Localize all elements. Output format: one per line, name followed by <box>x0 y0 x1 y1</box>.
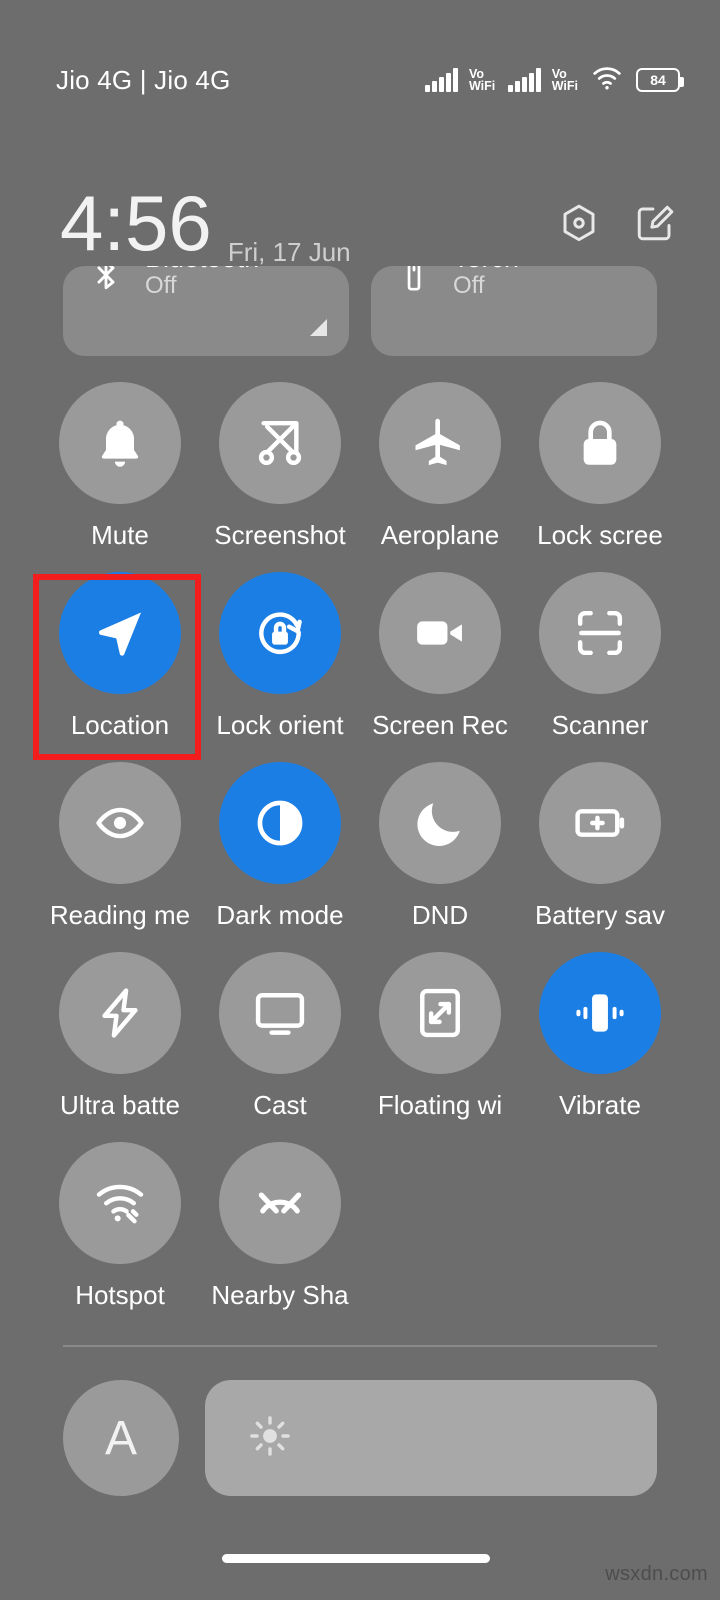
auto-brightness-button[interactable]: A <box>63 1380 179 1496</box>
expand-corner-icon[interactable] <box>310 319 327 336</box>
tile-mute-label: Mute <box>91 520 149 550</box>
tile-vibrate[interactable]: Vibrate <box>520 952 680 1142</box>
status-bar: Jio 4G | Jio 4G Vo WiFi Vo WiFi 84 <box>0 0 720 160</box>
bell-icon <box>101 420 139 467</box>
signal-bars-icon <box>425 68 458 92</box>
hotspot-icon <box>96 1184 144 1224</box>
tile-screenshot-label: Screenshot <box>214 520 346 550</box>
battery-percent-label: 84 <box>650 72 666 88</box>
tile-screen-recorder-label: Screen Rec <box>372 710 508 740</box>
eye-icon <box>96 807 144 839</box>
tile-nearby-share[interactable]: Nearby Sha <box>200 1142 360 1332</box>
volte-wifi-icon-2: Vo WiFi <box>551 67 578 93</box>
tile-ultra-battery-label: Ultra batte <box>60 1090 180 1120</box>
volte-bottom-label: WiFi <box>468 79 496 93</box>
header-actions <box>558 202 676 244</box>
tile-dark-mode[interactable]: Dark mode <box>200 762 360 952</box>
tile-aeroplane-label: Aeroplane <box>380 520 500 550</box>
edit-pencil-icon[interactable] <box>634 202 676 244</box>
tile-nearby-share-label: Nearby Sha <box>211 1280 349 1310</box>
tile-reading-mode[interactable]: Reading mе <box>40 762 200 952</box>
auto-brightness-label: A <box>104 1411 137 1465</box>
tile-vibrate-label: Vibrate <box>559 1090 641 1120</box>
tile-lock-orientation-label: Lock orient <box>216 710 344 740</box>
scissors-icon <box>258 420 302 466</box>
tile-lock-screen-label: Lock scree <box>537 520 663 550</box>
nearby-share-icon <box>258 1192 302 1214</box>
tile-mute[interactable]: Mute <box>40 382 200 572</box>
settings-hexagon-icon[interactable] <box>558 202 600 244</box>
volte-bottom-label-2: WiFi <box>551 79 578 93</box>
lightning-bolt-icon <box>102 988 138 1038</box>
tile-battery-saver-label: Battery sav <box>534 900 666 930</box>
floating-window-icon <box>420 988 460 1038</box>
video-camera-icon <box>417 621 462 645</box>
card-torch-status: Off <box>453 272 485 300</box>
vibrate-icon <box>576 994 624 1032</box>
tile-reading-mode-label: Reading mе <box>49 900 191 930</box>
location-arrow-icon <box>98 612 141 656</box>
brightness-row: A <box>0 1378 720 1498</box>
tile-battery-saver[interactable]: Battery sav <box>520 762 680 952</box>
tile-floating-window-label: Floating wi <box>377 1090 503 1120</box>
clock-time: 4:56 <box>60 179 212 267</box>
carrier-label: Jio 4G | Jio 4G <box>56 64 231 95</box>
tile-dnd[interactable]: DND <box>360 762 520 952</box>
brightness-sun-icon <box>247 1413 293 1464</box>
signal-bars-icon-2 <box>508 68 541 92</box>
tile-lock-screen[interactable]: Lock scree <box>520 382 680 572</box>
tile-screenshot[interactable]: Screenshot <box>200 382 360 572</box>
moon-icon <box>417 803 460 846</box>
card-bluetooth[interactable]: Bluetooth Off <box>63 266 349 356</box>
card-bluetooth-status: Off <box>145 272 177 300</box>
tile-hotspot[interactable]: Hotspot <box>40 1142 200 1332</box>
status-icons: Vo WiFi Vo WiFi 84 <box>425 65 684 96</box>
tile-dark-mode-label: Dark mode <box>216 900 344 930</box>
tile-location[interactable]: Location <box>40 572 200 762</box>
contrast-circle-icon <box>257 800 303 846</box>
lock-rotation-icon <box>259 612 302 655</box>
tile-floating-window[interactable]: Floating wi <box>360 952 520 1142</box>
watermark: wsxdn.com <box>605 1563 708 1585</box>
tile-dnd-label: DND <box>411 900 469 930</box>
tile-aeroplane[interactable]: Aeroplane <box>360 382 520 572</box>
header: 4:56 Fri, 17 Jun <box>0 168 720 278</box>
tile-cast-label: Cast <box>253 1090 307 1120</box>
wifi-icon <box>591 65 623 96</box>
lock-icon <box>583 420 617 465</box>
tile-scanner[interactable]: Scanner <box>520 572 680 762</box>
tile-lock-orientation[interactable]: Lock orient <box>200 572 360 762</box>
card-torch[interactable]: Torch Off <box>371 266 657 356</box>
quick-settings-grid: Mute Screenshot Aeroplane Lock scree Loc… <box>0 382 720 1332</box>
bluetooth-icon <box>89 266 123 304</box>
tile-hotspot-label: Hotspot <box>75 1280 165 1310</box>
scan-frame-icon <box>577 610 623 656</box>
tile-empty-slot-1: - <box>360 1142 520 1332</box>
tile-scanner-label: Scanner <box>551 710 649 740</box>
torch-icon <box>397 266 431 304</box>
battery-icon: 84 <box>636 68 684 92</box>
tile-cast[interactable]: Cast <box>200 952 360 1142</box>
tile-screen-recorder[interactable]: Screen Rec <box>360 572 520 762</box>
divider <box>63 1345 657 1347</box>
brightness-slider[interactable] <box>205 1380 657 1496</box>
gesture-nav-bar[interactable] <box>222 1554 490 1563</box>
battery-plus-icon <box>575 809 625 837</box>
volte-wifi-icon: Vo WiFi <box>468 67 496 93</box>
tile-location-label: Location <box>70 710 170 740</box>
tile-ultra-battery[interactable]: Ultra batte <box>40 952 200 1142</box>
connectivity-cards: Bluetooth Off Torch Off <box>0 266 720 356</box>
tile-empty-slot-2: - <box>520 1142 680 1332</box>
aeroplane-icon <box>415 418 460 466</box>
monitor-icon <box>255 993 305 1035</box>
